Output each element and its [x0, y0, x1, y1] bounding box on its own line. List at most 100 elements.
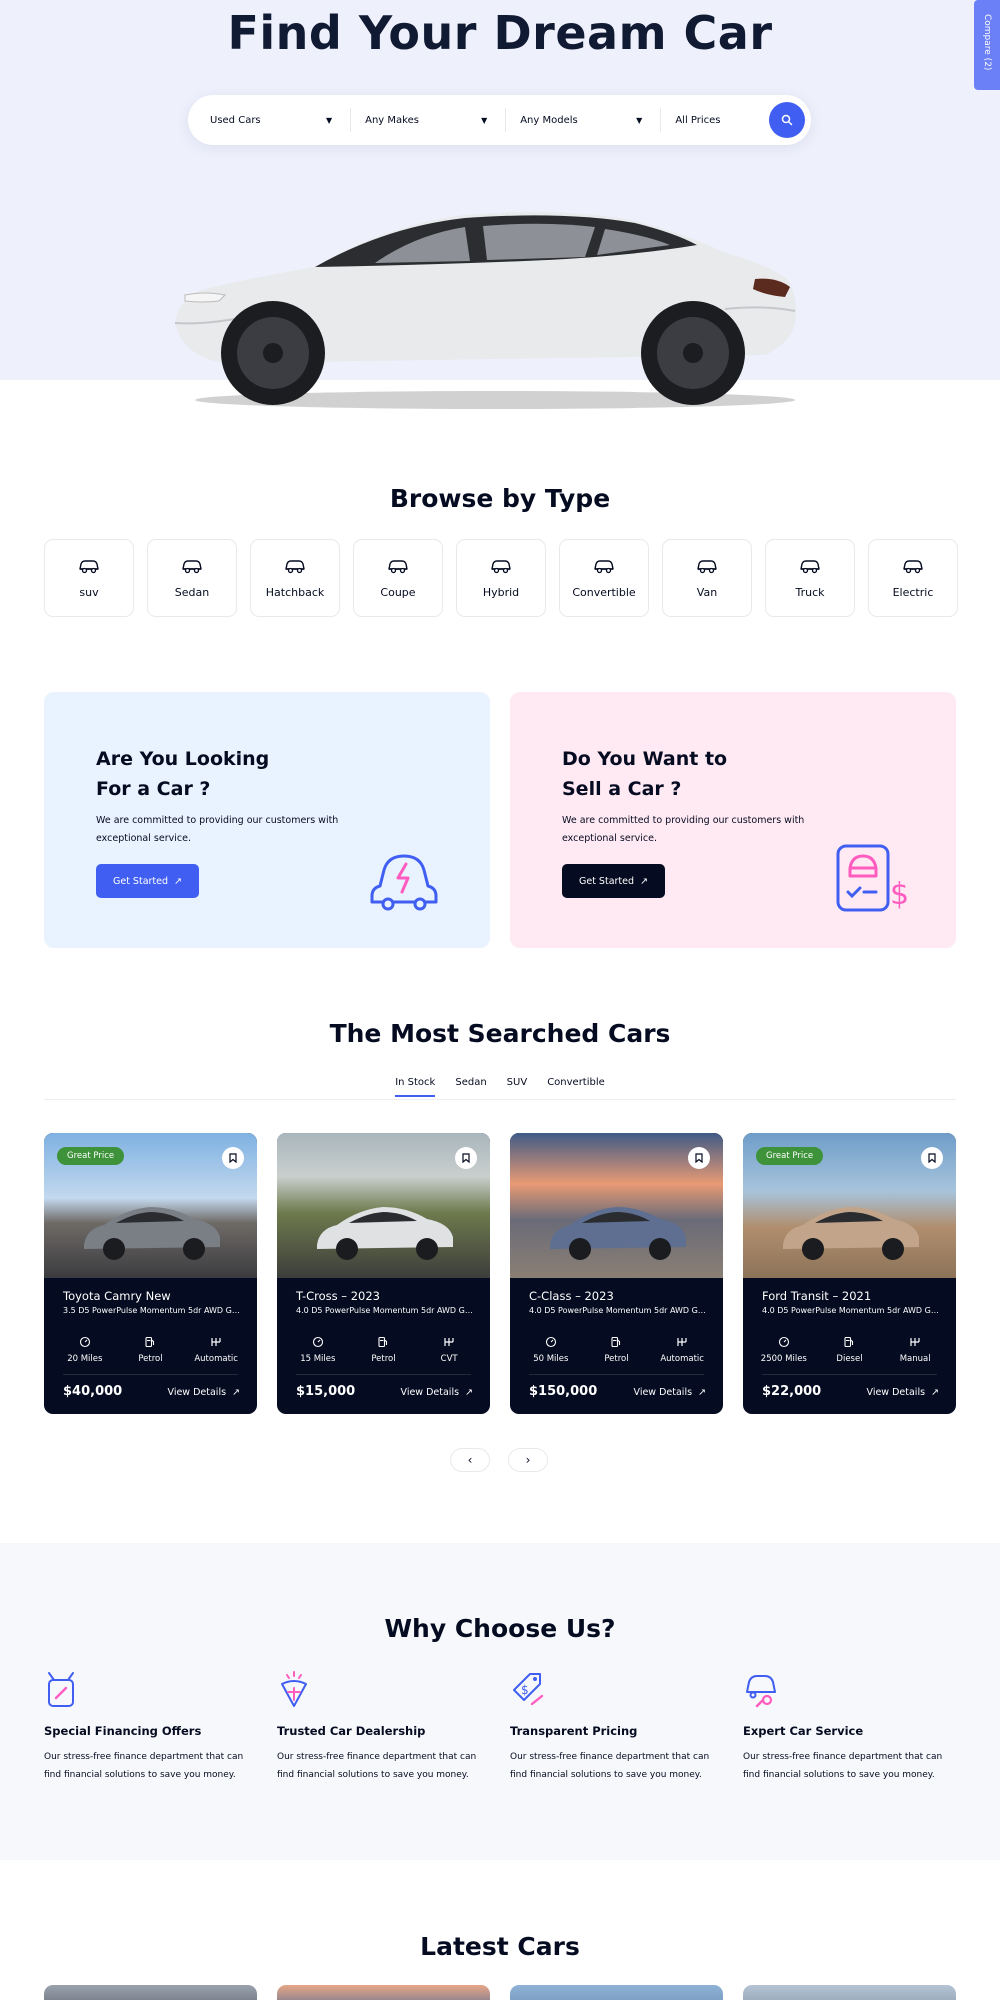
feature-text: Our stress-free finance department that …: [44, 1752, 244, 1780]
search-button[interactable]: [769, 102, 805, 138]
feature-title: Special Financing Offers: [44, 1724, 202, 1738]
car-card[interactable]: C-Class – 2023 4.0 D5 PowerPulse Momentum…: [510, 1133, 723, 1414]
get-started-button[interactable]: Get Started ↗: [562, 864, 665, 898]
chevron-down-icon: ▼: [481, 115, 488, 125]
fuel-value: Petrol: [138, 1354, 163, 1364]
speedometer-icon: [312, 1336, 323, 1348]
car-photo[interactable]: [510, 1133, 723, 1278]
type-card-hybrid[interactable]: Hybrid: [456, 539, 546, 617]
type-card-electric[interactable]: Electric: [868, 539, 958, 617]
tab-suv[interactable]: SUV: [507, 1077, 528, 1097]
link-label: View Details: [866, 1387, 926, 1398]
view-details-link[interactable]: View Details ↗: [401, 1387, 473, 1398]
car-photo[interactable]: [277, 1133, 490, 1278]
view-details-link[interactable]: View Details ↗: [168, 1387, 240, 1398]
bookmark-button[interactable]: [921, 1147, 943, 1169]
car-description: 3.5 D5 PowerPulse Momentum 5dr AWD Geart…: [63, 1306, 243, 1315]
type-label: Hatchback: [265, 585, 325, 599]
transmission-spec: Automatic: [186, 1336, 246, 1364]
bookmark-button[interactable]: [688, 1147, 710, 1169]
fuel-value: Petrol: [371, 1354, 396, 1364]
type-card-coupe[interactable]: Coupe: [353, 539, 443, 617]
fuel-spec: Petrol: [353, 1336, 413, 1364]
search-icon: [781, 114, 793, 126]
car-card-list: Great Price Toyota Camry New 3.5 D5 PowerP…: [44, 1133, 956, 1414]
arrow-up-right-icon: ↗: [931, 1387, 939, 1398]
model-select[interactable]: Any Models ▼: [520, 108, 662, 132]
type-card-hatchback[interactable]: Hatchback: [250, 539, 340, 617]
transmission-value: Automatic: [660, 1354, 704, 1364]
feature-text: Our stress-free finance department that …: [277, 1752, 477, 1780]
card-divider: [762, 1374, 937, 1375]
car-card[interactable]: T-Cross – 2023 4.0 D5 PowerPulse Momentum…: [277, 1133, 490, 1414]
next-button[interactable]: ›: [508, 1448, 548, 1472]
tab-in-stock[interactable]: In Stock: [395, 1077, 436, 1097]
sell-car-icon: $: [836, 844, 908, 912]
tab-sedan[interactable]: Sedan: [455, 1077, 486, 1097]
compare-tab[interactable]: Compare (2): [974, 0, 1000, 90]
why-title: Why Choose Us?: [384, 1614, 616, 1643]
view-details-link[interactable]: View Details ↗: [867, 1387, 939, 1398]
bookmark-icon: [462, 1153, 470, 1163]
mileage-spec: 20 Miles: [55, 1336, 115, 1364]
latest-car-image[interactable]: [277, 1985, 490, 2000]
card-divider: [63, 1374, 238, 1375]
type-card-convertible[interactable]: Convertible: [559, 539, 649, 617]
latest-car-image[interactable]: [510, 1985, 723, 2000]
car-photo[interactable]: Great Price: [743, 1133, 956, 1278]
link-label: View Details: [400, 1387, 460, 1398]
most-searched-title: The Most Searched Cars: [329, 1019, 671, 1048]
feature-item: Expert Car Service Our stress-free financ…: [743, 1670, 949, 1784]
card-divider: [296, 1374, 471, 1375]
car-description: 4.0 D5 PowerPulse Momentum 5dr AWD Geart…: [762, 1306, 942, 1315]
car-name[interactable]: T-Cross – 2023: [296, 1289, 380, 1303]
make-select[interactable]: Any Makes ▼: [365, 108, 507, 132]
sell-car-promo: Do You Want to Sell a Car ? We are commi…: [510, 692, 956, 948]
great-price-badge: Great Price: [57, 1147, 125, 1165]
svg-text:$: $: [890, 877, 908, 912]
bookmark-icon: [229, 1153, 237, 1163]
prev-button[interactable]: ‹: [450, 1448, 490, 1472]
transmission-value: Manual: [899, 1354, 931, 1364]
car-card[interactable]: Great Price Ford Transit – 2021 4.0 D5 Pow…: [743, 1133, 956, 1414]
latest-car-list: [44, 1985, 956, 2000]
view-details-link[interactable]: View Details ↗: [634, 1387, 706, 1398]
car-name[interactable]: Toyota Camry New: [63, 1289, 171, 1303]
fuel-value: Diesel: [836, 1354, 863, 1364]
type-card-truck[interactable]: Truck: [765, 539, 855, 617]
type-card-van[interactable]: Van: [662, 539, 752, 617]
mileage-spec: 50 Miles: [521, 1336, 581, 1364]
car-photo[interactable]: Great Price: [44, 1133, 257, 1278]
car-type-icon: [78, 558, 100, 578]
link-label: View Details: [633, 1387, 693, 1398]
car-price: $40,000: [63, 1384, 123, 1399]
car-name[interactable]: C-Class – 2023: [529, 1289, 614, 1303]
price-value: All Prices: [675, 114, 721, 126]
dealership-icon: [277, 1670, 311, 1710]
transmission-value: CVT: [440, 1354, 458, 1364]
car-name[interactable]: Ford Transit – 2021: [762, 1289, 871, 1303]
car-type-icon: [284, 558, 306, 578]
car-card[interactable]: Great Price Toyota Camry New 3.5 D5 PowerP…: [44, 1133, 257, 1414]
get-started-button[interactable]: Get Started ↗: [96, 864, 199, 898]
feature-title: Expert Car Service: [743, 1724, 864, 1738]
type-label: Coupe: [380, 585, 416, 599]
card-divider: [529, 1374, 704, 1375]
type-card-sedan[interactable]: Sedan: [147, 539, 237, 617]
mileage-value: 2500 Miles: [760, 1354, 807, 1364]
type-card-suv[interactable]: suv: [44, 539, 134, 617]
car-type-icon: [902, 558, 924, 578]
bookmark-button[interactable]: [222, 1147, 244, 1169]
bookmark-button[interactable]: [455, 1147, 477, 1169]
mileage-spec: 2500 Miles: [754, 1336, 814, 1364]
condition-select[interactable]: Used Cars ▼: [210, 108, 352, 132]
tab-convertible[interactable]: Convertible: [547, 1077, 605, 1097]
arrow-up-right-icon: ↗: [640, 875, 648, 887]
latest-car-image[interactable]: [743, 1985, 956, 2000]
feature-item: Trusted Car Dealership Our stress-free fi…: [277, 1670, 483, 1784]
type-label: Sedan: [174, 585, 210, 599]
fuel-spec: Diesel: [819, 1336, 879, 1364]
chevron-down-icon: ▼: [636, 115, 643, 125]
mileage-value: 20 Miles: [67, 1354, 103, 1364]
latest-car-image[interactable]: [44, 1985, 257, 2000]
